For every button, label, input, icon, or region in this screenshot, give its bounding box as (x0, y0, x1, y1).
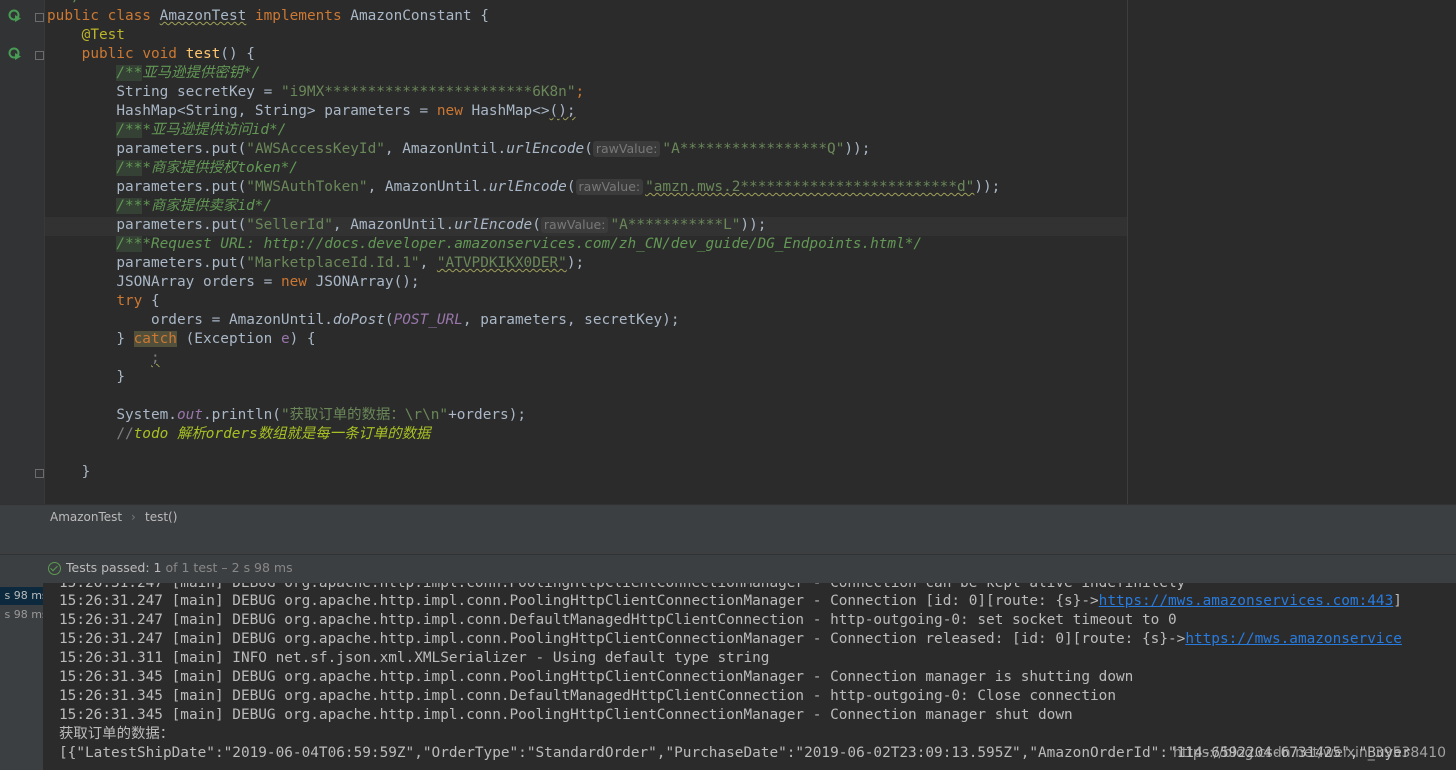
run-panel-header (0, 530, 1456, 555)
console-line: 15:26:31.247 [main] DEBUG org.apache.htt… (59, 612, 1177, 628)
test-status-bar: Tests passed: 1 of 1 test – 2 s 98 ms (0, 555, 1456, 583)
code-line: } (81, 464, 91, 480)
code-line: parameters.put("AWSAccessKeyId", AmazonU… (116, 141, 871, 157)
code-line: /**亚马逊提供密钥*/ (116, 65, 261, 81)
gutter-separator (44, 0, 45, 504)
test-tree-item[interactable]: 2 s 98 ms (0, 589, 43, 602)
right-margin-guide (1127, 0, 1128, 504)
console-link[interactable]: https://mws.amazonservice (1185, 631, 1402, 647)
code-line: try { (116, 293, 160, 309)
code-line: System.out.println("获取订单的数据：\r\n"+orders… (116, 407, 527, 423)
code-line: /***商家提供授权token*/ (116, 160, 298, 176)
code-line: /***商家提供卖家id*/ (116, 198, 272, 214)
param-hint: rawValue: (540, 217, 609, 233)
console-link[interactable]: https://mws.amazonservices.com:443 (1099, 593, 1394, 609)
code-line: JSONArray orders = new JSONArray(); (116, 274, 420, 290)
watermark: https://blog.csdn.net/weixin_39538410 (1173, 745, 1447, 761)
console-line: 15:26:31.247 [main] DEBUG org.apache.htt… (59, 631, 1402, 647)
editor-gutter (0, 0, 44, 504)
fold-icon[interactable] (35, 51, 44, 60)
code-line: String secretKey = "i9MX****************… (116, 84, 585, 100)
code-line: @Test (81, 27, 125, 43)
code-line: public void test() { (81, 46, 255, 62)
breadcrumb-class[interactable]: AmazonTest (50, 510, 122, 524)
run-test-icon[interactable] (8, 9, 22, 23)
code-line: /***Request URL: http://docs.developer.a… (116, 236, 923, 252)
console-line: 获取订单的数据： (59, 726, 175, 742)
breadcrumb-separator: › (131, 510, 136, 524)
code-line: parameters.put("MWSAuthToken", AmazonUnt… (116, 179, 1001, 195)
test-status-text: Tests passed: 1 of 1 test – 2 s 98 ms (66, 560, 293, 575)
console-line: 15:26:31.345 [main] DEBUG org.apache.htt… (59, 669, 1134, 685)
code-line: //todo 解析orders数组就是每一条订单的数据 (116, 426, 431, 442)
fold-icon[interactable] (35, 13, 44, 22)
code-line: public class AmazonTest implements Amazo… (47, 8, 489, 24)
code-line: } (116, 369, 125, 385)
console-line: 15:26:31.345 [main] DEBUG org.apache.htt… (59, 707, 1073, 723)
code-line: HashMap<String, String> parameters = new… (116, 103, 576, 119)
code-line: ; (150, 350, 160, 366)
console-line: 15:26:31.311 [main] INFO net.sf.json.xml… (59, 650, 770, 666)
test-tree[interactable]: 2 s 98 ms 2 s 98 ms (0, 583, 44, 770)
run-test-icon[interactable] (8, 47, 22, 61)
breadcrumb-method[interactable]: test() (145, 510, 177, 524)
console-line: 15:26:31.345 [main] DEBUG org.apache.htt… (59, 688, 1116, 704)
test-passed-icon (48, 562, 61, 575)
fold-icon[interactable] (35, 469, 44, 478)
code-line: orders = AmazonUntil.doPost(POST_URL, pa… (150, 312, 680, 328)
test-tree-item[interactable]: 2 s 98 ms (0, 608, 43, 621)
code-line: parameters.put("SellerId", AmazonUntil.u… (116, 217, 767, 233)
code-editor[interactable]: */ public class AmazonTest implements Am… (0, 0, 1456, 504)
code-line: parameters.put("MarketplaceId.Id.1", "AT… (116, 255, 585, 271)
param-hint: rawValue: (575, 179, 644, 195)
code-line: /***亚马逊提供访问id*/ (116, 122, 287, 138)
breadcrumb: AmazonTest › test() (0, 504, 1456, 530)
code-line: } catch (Exception e) { (116, 331, 316, 347)
param-hint: rawValue: (592, 141, 661, 157)
console-line: 15:26:31.247 [main] DEBUG org.apache.htt… (59, 593, 1402, 609)
console-output[interactable]: 15:26:31.247 [main] DEBUG org.apache.htt… (45, 583, 1456, 770)
code-line: */ (47, 0, 81, 7)
